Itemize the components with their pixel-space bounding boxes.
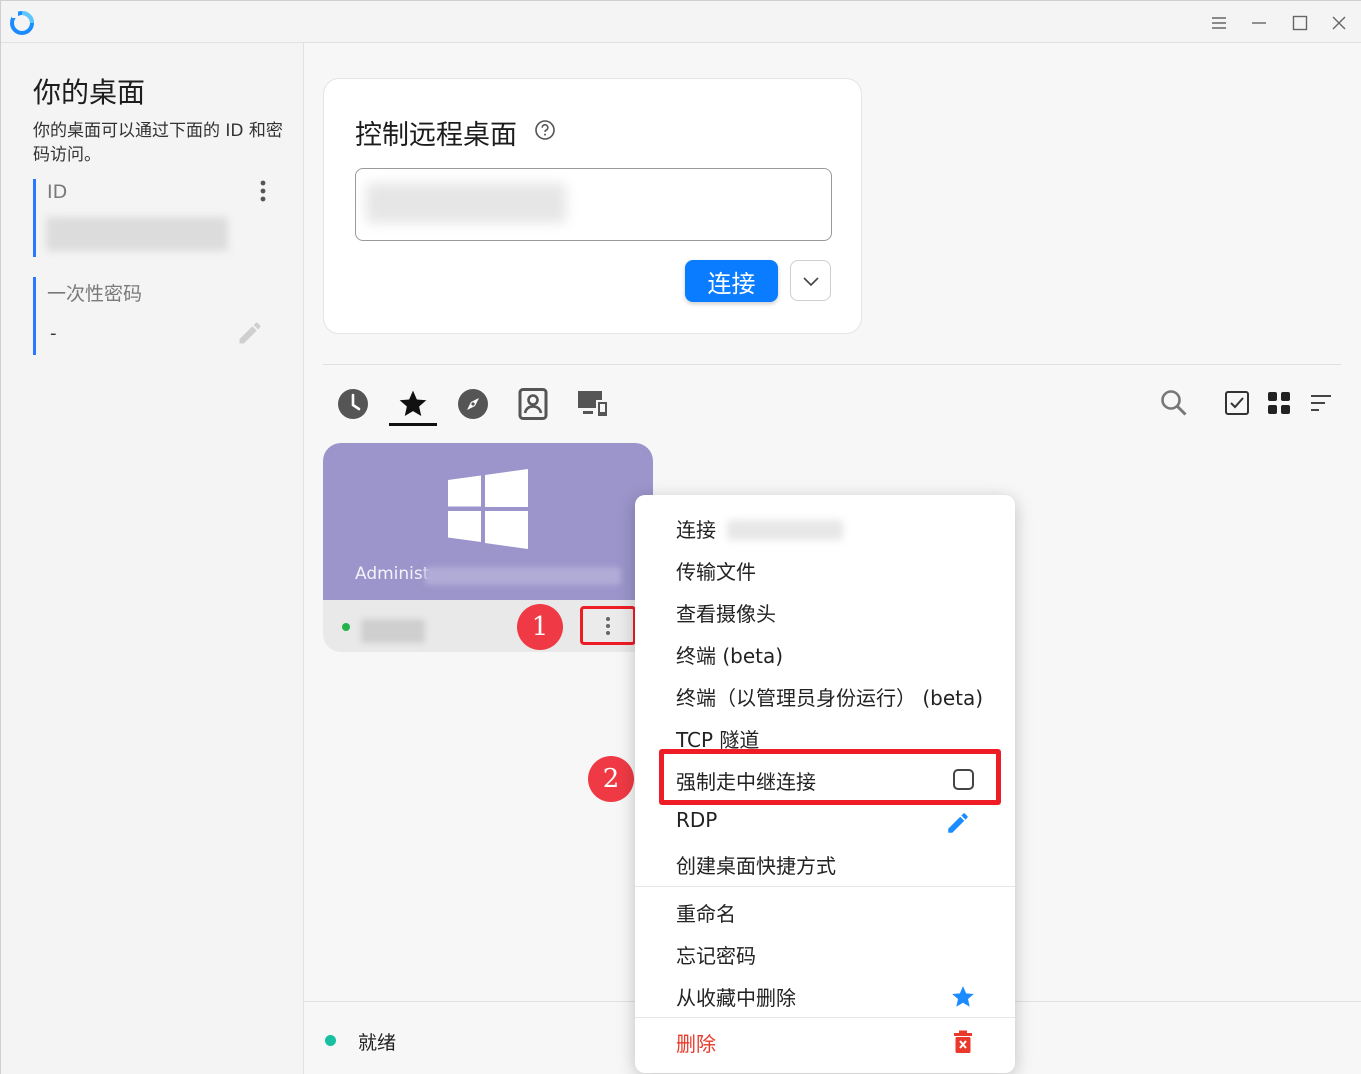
peer-username-redacted [425,567,621,585]
status-text: 就绪 [358,1032,397,1054]
peer-context-menu: 连接 传输文件 查看摄像头 终端 (beta) 终端（以管理员身份运行） (be… [635,495,1015,1073]
chevron-down-icon [802,276,819,286]
remote-id-input[interactable] [355,168,832,241]
menu-item-create-shortcut[interactable]: 创建桌面快捷方式 [676,850,836,879]
app-logo-icon [10,11,34,35]
menu-item-connect[interactable]: 连接 [676,514,716,543]
minimize-icon[interactable] [1244,9,1274,37]
edit-pencil-icon[interactable] [945,810,971,836]
password-value: - [50,323,57,344]
select-checkbox-icon[interactable] [1221,387,1253,419]
connect-button[interactable]: 连接 [685,260,778,302]
help-icon[interactable] [534,119,556,141]
your-desktop-panel: 你的桌面 你的桌面可以通过下面的 ID 和密码访问。 ID 一次性密码 - [1,43,304,1074]
sort-icon[interactable] [1305,387,1337,419]
active-tab-indicator [389,423,437,426]
windows-logo-icon [448,469,528,549]
password-label: 一次性密码 [47,283,143,305]
section-divider [323,364,1341,365]
title-bar [1,1,1361,43]
menu-item-forget-password[interactable]: 忘记密码 [676,940,756,969]
tab-discovered[interactable] [449,383,497,425]
id-block: ID [33,179,273,257]
menu-item-delete[interactable]: 删除 [676,1028,716,1057]
menu-separator [635,1017,1015,1018]
tab-favorites[interactable] [389,383,437,425]
star-icon [399,390,427,416]
menu-connect-target-redacted [727,520,843,540]
your-desktop-title: 你的桌面 [33,76,146,109]
peer-online-indicator [342,623,350,631]
peer-id-redacted [361,619,425,643]
tab-address-book[interactable] [509,383,557,425]
control-remote-title: 控制远程桌面 [355,120,517,151]
menu-item-transfer-file[interactable]: 传输文件 [676,556,756,585]
menu-item-rename[interactable]: 重命名 [676,898,736,927]
edit-pencil-icon[interactable] [236,319,264,347]
trash-icon [954,1030,972,1053]
control-remote-card: 控制远程桌面 连接 [323,78,862,334]
your-desktop-description: 你的桌面可以通过下面的 ID 和密码访问。 [33,121,283,165]
peer-card[interactable]: Administ [323,443,653,652]
more-vertical-icon [606,616,610,635]
menu-item-terminal-admin[interactable]: 终端（以管理员身份运行） (beta) [676,682,983,711]
grid-view-icon[interactable] [1263,387,1295,419]
search-icon[interactable] [1158,387,1190,419]
maximize-icon[interactable] [1285,9,1315,37]
menu-item-view-camera[interactable]: 查看摄像头 [676,598,776,627]
close-icon[interactable] [1324,9,1354,37]
id-value-redacted[interactable] [46,217,228,251]
compass-icon [458,389,488,419]
hamburger-icon[interactable] [1204,9,1234,37]
contacts-icon [518,388,548,420]
peer-preview[interactable]: Administ [323,443,653,600]
star-icon [952,986,974,1007]
menu-separator [635,886,1015,887]
clock-icon [338,389,368,419]
status-indicator [325,1035,336,1046]
connect-options-dropdown[interactable] [790,260,831,301]
tab-recent[interactable] [329,383,377,425]
more-vertical-icon[interactable] [259,179,267,203]
app-window: 你的桌面 你的桌面可以通过下面的 ID 和密码访问。 ID 一次性密码 - 控制… [0,0,1361,1074]
step-badge-2: 2 [588,756,634,802]
menu-item-remove-favorite[interactable]: 从收藏中删除 [676,982,796,1011]
remote-id-redacted [366,183,566,223]
menu-item-terminal[interactable]: 终端 (beta) [676,640,783,669]
peer-username: Administ [355,564,430,584]
menu-item-rdp[interactable]: RDP [676,808,717,832]
tab-group[interactable] [569,383,617,425]
highlight-box-force-relay [659,749,1001,805]
devices-icon [578,391,608,417]
step-badge-1: 1 [517,604,563,650]
peer-more-button[interactable] [580,606,636,645]
id-label: ID [47,181,68,203]
